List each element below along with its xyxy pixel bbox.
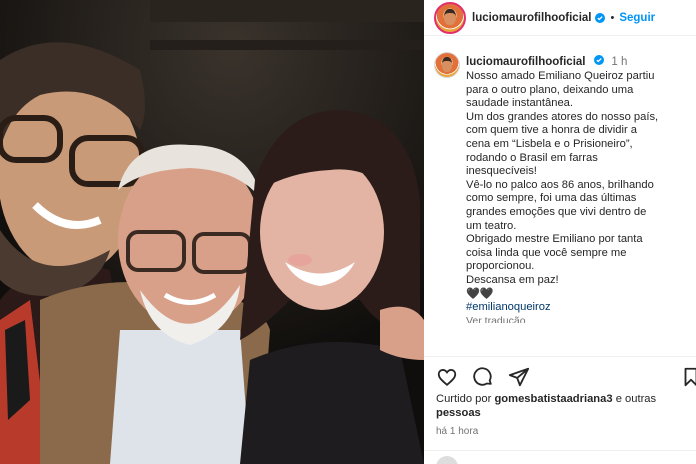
post-actions-bar bbox=[424, 356, 696, 396]
caption-line: 🖤🖤 bbox=[466, 287, 494, 300]
likes-user-link[interactable]: gomesbatistaadriana3 bbox=[494, 393, 612, 405]
likes-summary: Curtido por gomesbatistaadriana3 e outra… bbox=[436, 392, 686, 420]
hashtag-link[interactable]: #emilianoqueiroz bbox=[466, 301, 692, 315]
heart-icon[interactable] bbox=[436, 366, 458, 388]
caption-line: proporcionou. bbox=[466, 260, 535, 273]
person-right bbox=[240, 110, 424, 464]
likes-prefix: Curtido por bbox=[436, 393, 495, 405]
divider bbox=[424, 450, 696, 451]
post-photo[interactable] bbox=[0, 0, 424, 464]
likes-suffix[interactable]: e outras bbox=[613, 393, 656, 405]
caption-line: Nosso amado Emiliano Queiroz partiu bbox=[466, 70, 655, 82]
header-separator: • bbox=[610, 11, 615, 24]
post-header: luciomaurofilhooficial • Seguir bbox=[424, 0, 696, 36]
caption-line: Um dos grandes atores do nosso país, bbox=[466, 110, 659, 123]
caption-line: para o outro plano, deixando uma bbox=[466, 83, 634, 96]
caption-line: inesquecíveis! bbox=[466, 165, 537, 178]
comment-avatar bbox=[436, 456, 458, 464]
profile-avatar[interactable] bbox=[434, 1, 466, 34]
verified-badge-icon bbox=[593, 55, 604, 65]
send-icon[interactable] bbox=[508, 366, 530, 388]
caption-line: com quem tive a honra de dividir a bbox=[466, 124, 638, 137]
bookmark-icon[interactable] bbox=[680, 366, 696, 388]
caption-line: rodando o Brasil em farras bbox=[466, 151, 598, 164]
caption-line: saudade instantânea. bbox=[466, 97, 573, 110]
caption-line: cena em “Lisbela e o Prisioneiro”, bbox=[466, 137, 633, 150]
ceiling-beam bbox=[150, 40, 424, 50]
comment-icon[interactable] bbox=[472, 366, 494, 388]
follow-button[interactable]: Seguir bbox=[619, 12, 655, 24]
caption-line: coisa linda que você sempre me bbox=[466, 246, 627, 259]
see-translation-link[interactable]: Ver tradução bbox=[466, 315, 692, 323]
caption-line: Descansa em paz! bbox=[466, 273, 559, 286]
header-username[interactable]: luciomaurofilhooficial bbox=[472, 12, 591, 24]
caption-line: um teatro. bbox=[466, 219, 517, 232]
post-timestamp: há 1 hora bbox=[436, 426, 479, 437]
caption-line: grandes emoções que vivi dentro de bbox=[466, 205, 647, 218]
post-photo-illustration bbox=[0, 0, 424, 464]
verified-badge-icon bbox=[595, 12, 606, 23]
caption-username[interactable]: luciomaurofilhooficial bbox=[466, 56, 585, 68]
caption-block: luciomaurofilhooficial 1 h Nosso amado E… bbox=[434, 52, 696, 323]
caption-line: Obrigado mestre Emiliano por tanta bbox=[466, 233, 643, 246]
caption-line: Vê-lo no palco aos 86 anos, brilhando bbox=[466, 178, 654, 191]
post-side-panel: luciomaurofilhooficial • Seguir luciomau… bbox=[424, 0, 696, 464]
caption-line: como sempre, foi uma das últimas bbox=[466, 192, 637, 205]
caption-avatar[interactable] bbox=[434, 52, 460, 78]
ceiling-beam bbox=[150, 0, 424, 22]
caption-time: 1 h bbox=[611, 56, 628, 68]
likes-others-link[interactable]: pessoas bbox=[436, 407, 481, 419]
